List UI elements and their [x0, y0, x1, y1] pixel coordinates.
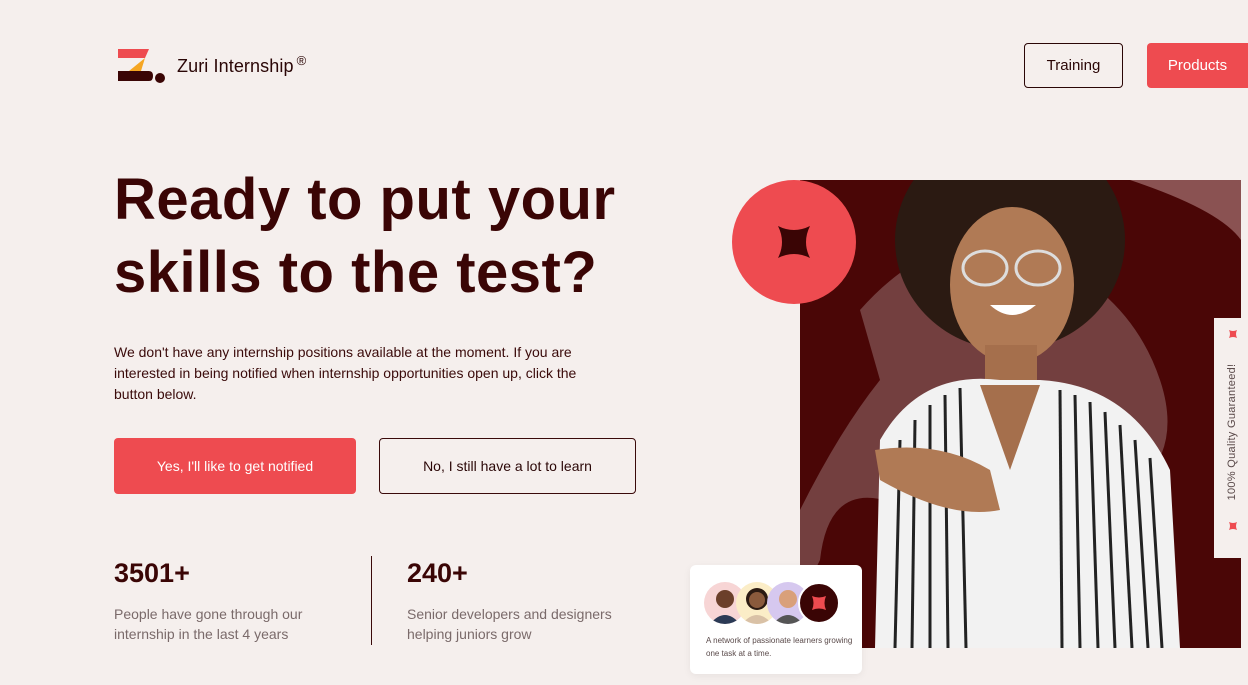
- sparkle-icon: [812, 596, 826, 610]
- learner-network-card: A network of passionate learners growing…: [690, 565, 862, 674]
- training-nav-button[interactable]: Training: [1024, 43, 1123, 88]
- stats-divider: [371, 556, 372, 645]
- stat-value-interns: 3501+: [114, 558, 190, 588]
- sparkle-icon: [1229, 522, 1237, 530]
- stat-value-mentors: 240+: [407, 558, 468, 588]
- brand-logo[interactable]: Zuri Internship ®: [115, 45, 306, 85]
- sparkle-icon: [778, 226, 810, 258]
- quality-guarantee-text: 100% Quality Guaranteed!: [1226, 363, 1238, 501]
- still-learning-button[interactable]: No, I still have a lot to learn: [379, 438, 636, 494]
- network-caption: A network of passionate learners growing…: [706, 636, 853, 658]
- zuri-logo-icon: [115, 45, 165, 85]
- get-notified-button[interactable]: Yes, I'll like to get notified: [114, 438, 356, 494]
- hero-image: [800, 180, 1241, 648]
- registered-mark: ®: [296, 53, 307, 68]
- avatar: [798, 582, 840, 624]
- hero-title: Ready to put your skills to the test?: [114, 167, 616, 305]
- sparkle-badge: [732, 180, 856, 304]
- stat-text-mentors: Senior developers and designers helping …: [407, 606, 612, 642]
- brand-name: Zuri Internship ®: [177, 53, 307, 76]
- sparkle-icon: [1229, 330, 1237, 338]
- products-nav-button[interactable]: Products: [1147, 43, 1248, 88]
- hero-description: We don't have any internship positions a…: [114, 344, 577, 402]
- stat-text-interns: People have gone through our internship …: [114, 606, 303, 642]
